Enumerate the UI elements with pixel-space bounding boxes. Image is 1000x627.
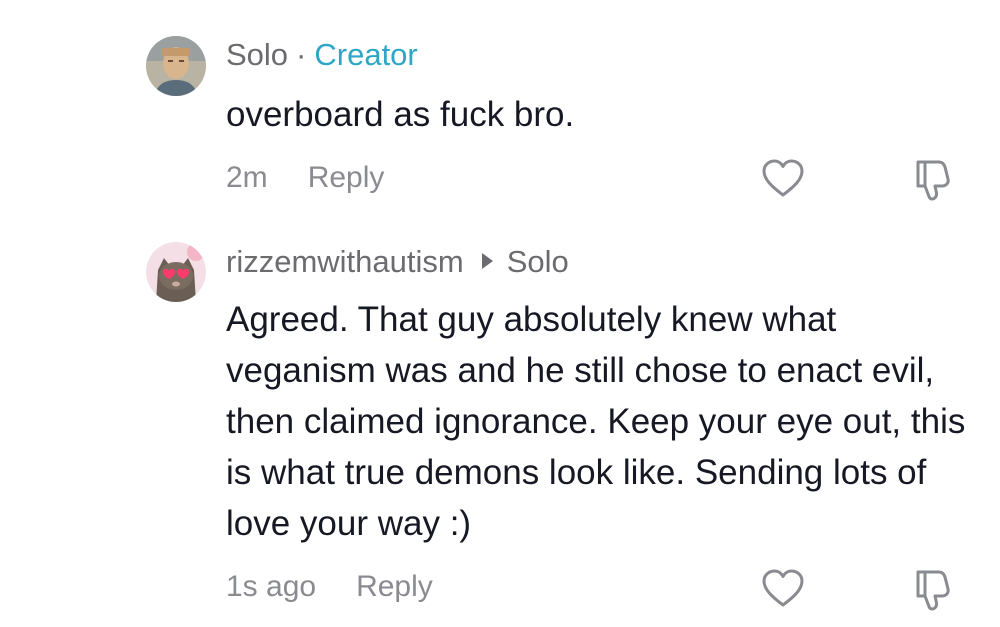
- dislike-icon[interactable]: [909, 156, 955, 202]
- comment-header: Solo · Creator: [226, 35, 418, 75]
- heart-icon[interactable]: [760, 156, 806, 202]
- separator: ·: [296, 37, 307, 72]
- comment-text: Agreed. That guy absolutely knew what ve…: [226, 300, 966, 543]
- reply-to-username[interactable]: Solo: [507, 244, 569, 279]
- comment-meta: 2m Reply: [226, 158, 384, 198]
- reply-button[interactable]: Reply: [356, 570, 433, 603]
- heart-icon[interactable]: [760, 566, 806, 612]
- username[interactable]: Solo: [226, 37, 288, 72]
- dislike-icon[interactable]: [909, 566, 955, 612]
- avatar[interactable]: [146, 36, 206, 96]
- avatar[interactable]: [146, 242, 206, 302]
- reply-button[interactable]: Reply: [308, 161, 385, 194]
- username[interactable]: rizzemwithautism: [226, 244, 464, 279]
- reply-arrow-icon: [481, 253, 493, 269]
- comment-meta: 1s ago Reply: [226, 567, 433, 607]
- timestamp: 2m: [226, 161, 268, 194]
- creator-badge: Creator: [314, 37, 418, 72]
- comment-text: overboard as fuck bro.: [226, 95, 575, 134]
- comment-header: rizzemwithautism Solo: [226, 242, 569, 282]
- timestamp: 1s ago: [226, 570, 317, 603]
